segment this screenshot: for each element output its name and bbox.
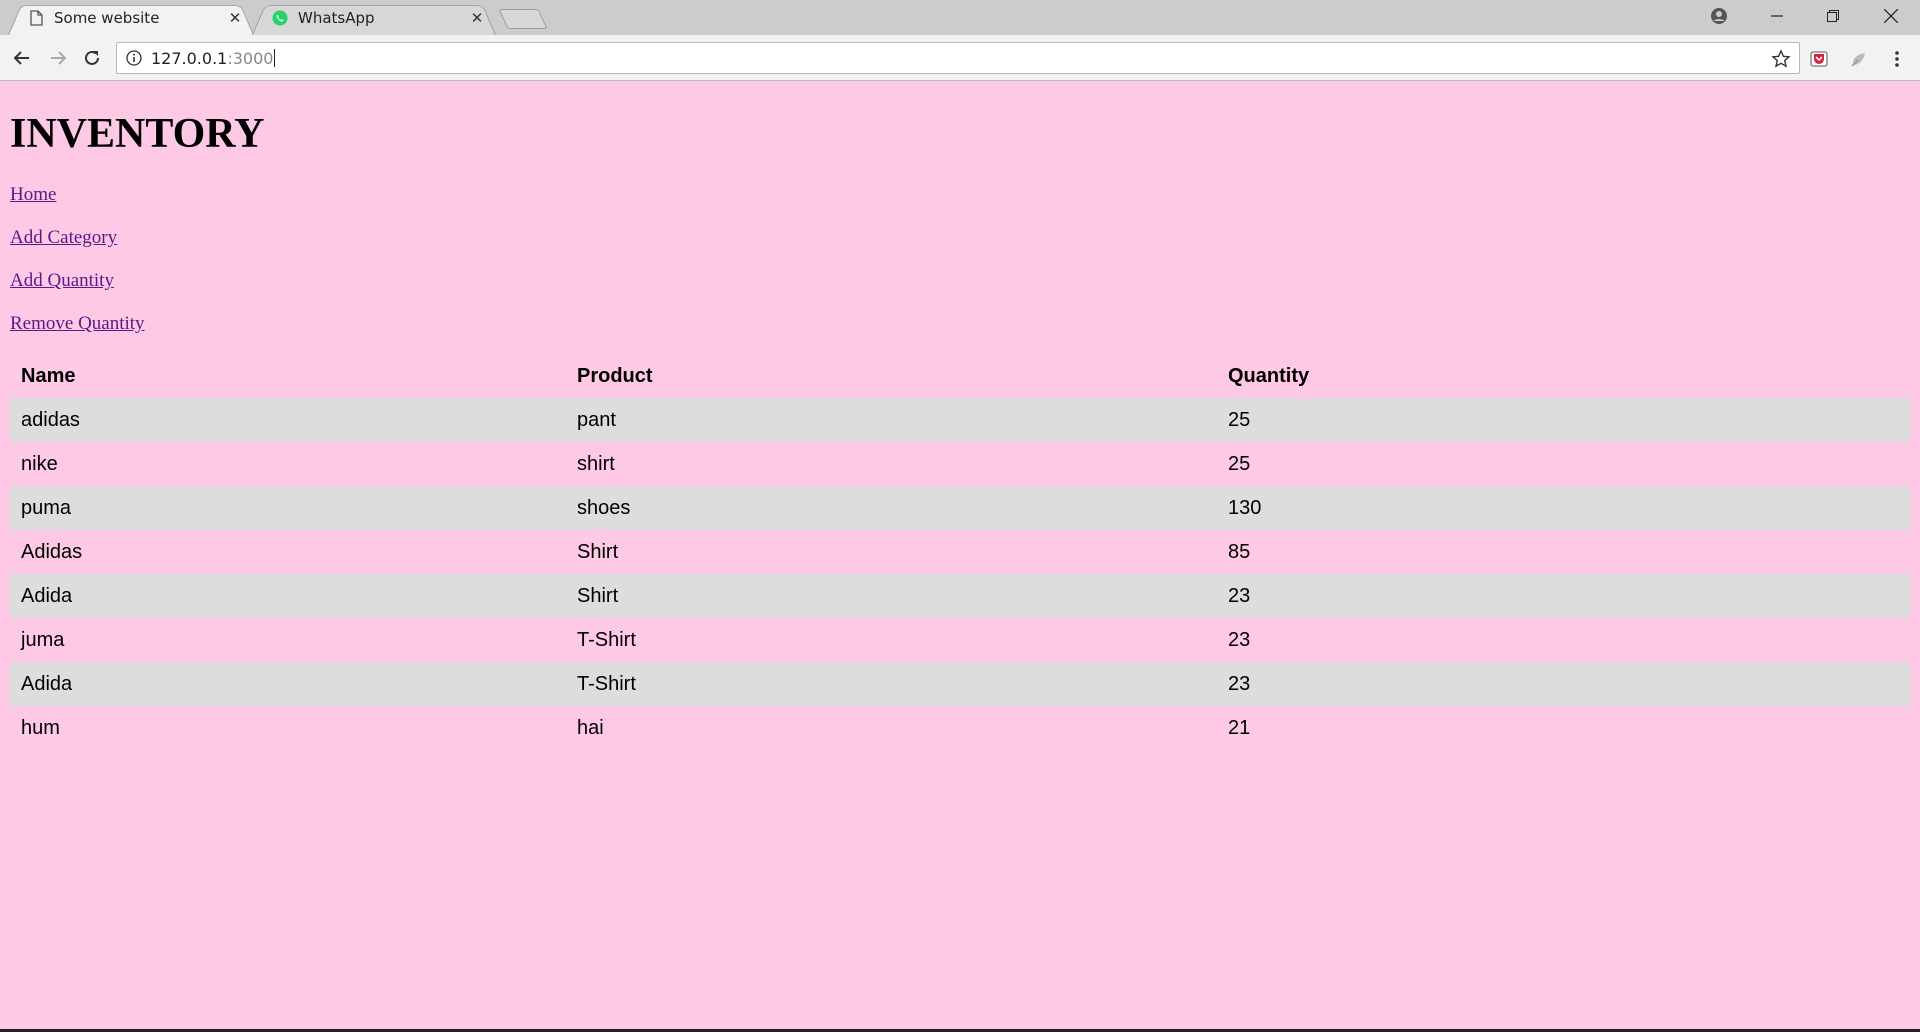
cell-name: adidas (10, 398, 566, 442)
cell-product: Shirt (577, 540, 619, 563)
info-icon[interactable] (125, 49, 143, 67)
cell-name: hum (21, 716, 60, 739)
inventory-table: Name Product Quantity adidas pant 25 nik… (10, 354, 1910, 750)
cell-product: T-Shirt (566, 662, 1217, 706)
table-row: juma T-Shirt 23 (10, 618, 1910, 662)
cell-quantity: 85 (1228, 540, 1251, 563)
tab-some-website[interactable]: Some website ✕ (8, 1, 254, 36)
url-host: 127.0.0.1 (151, 48, 228, 68)
profile-icon[interactable] (1696, 0, 1742, 32)
cell-name: Adida (10, 662, 566, 706)
cell-product: hai (577, 716, 604, 739)
home-link[interactable]: Home (10, 184, 56, 206)
extension-icon[interactable] (1848, 48, 1870, 70)
back-arrow-icon[interactable] (8, 44, 36, 72)
cell-quantity: 130 (1217, 486, 1910, 530)
tab-title: Some website (54, 9, 160, 27)
cell-name: puma (10, 486, 566, 530)
cell-product: Shirt (566, 574, 1217, 618)
cell-quantity: 23 (1217, 662, 1910, 706)
cell-name: Adidas (21, 540, 83, 563)
table-row: puma shoes 130 (10, 486, 1910, 530)
cell-name: juma (21, 628, 65, 651)
close-icon[interactable]: ✕ (226, 9, 244, 27)
cell-product: pant (566, 398, 1217, 442)
tab-title: WhatsApp (298, 9, 375, 27)
table-header-row: Name Product Quantity (10, 354, 1910, 398)
close-window-icon[interactable] (1868, 0, 1914, 32)
forward-arrow-icon[interactable] (44, 44, 72, 72)
cell-name: nike (21, 452, 58, 475)
whatsapp-icon (272, 10, 288, 26)
table-row: Adida Shirt 23 (10, 574, 1910, 618)
header-quantity: Quantity (1228, 364, 1310, 387)
table-row: Adidas Shirt 85 (10, 530, 1910, 574)
page-title: INVENTORY (10, 111, 265, 157)
text-caret (274, 49, 276, 67)
remove-quantity-link[interactable]: Remove Quantity (10, 313, 145, 335)
reload-icon[interactable] (78, 44, 106, 72)
cell-quantity: 23 (1228, 628, 1251, 651)
cell-quantity: 25 (1228, 452, 1251, 475)
cell-quantity: 25 (1217, 398, 1910, 442)
url-port: :3000 (227, 48, 274, 68)
tab-strip: Some website ✕ WhatsApp ✕ (0, 0, 1920, 36)
add-quantity-link[interactable]: Add Quantity (10, 270, 114, 292)
cell-product: shirt (577, 452, 615, 475)
table-row: hum hai 21 (10, 706, 1910, 750)
restore-icon[interactable] (1810, 0, 1856, 32)
header-product: Product (577, 364, 653, 387)
page-body: INVENTORY Home Add Category Add Quantity… (0, 82, 1920, 1030)
table-row: Adida T-Shirt 23 (10, 662, 1910, 706)
cell-product: shoes (566, 486, 1217, 530)
cell-name: Adida (10, 574, 566, 618)
cell-quantity: 21 (1228, 716, 1251, 739)
tab-whatsapp[interactable]: WhatsApp ✕ (252, 1, 496, 36)
bookmark-star-icon[interactable] (1771, 49, 1791, 69)
table-row: adidas pant 25 (10, 398, 1910, 442)
close-icon[interactable]: ✕ (468, 9, 486, 27)
header-name: Name (21, 364, 76, 387)
add-category-link[interactable]: Add Category (10, 227, 117, 249)
browser-toolbar: 127.0.0.1:3000 (0, 35, 1920, 81)
table-row: nike shirt 25 (10, 442, 1910, 486)
minimize-icon[interactable] (1754, 0, 1800, 32)
new-tab-button[interactable] (498, 9, 548, 29)
menu-dots-icon[interactable] (1886, 48, 1908, 70)
page-icon (28, 10, 44, 26)
address-bar[interactable]: 127.0.0.1:3000 (116, 42, 1800, 74)
cell-product: T-Shirt (577, 628, 636, 651)
pocket-extension-icon[interactable] (1808, 48, 1830, 70)
cell-quantity: 23 (1217, 574, 1910, 618)
